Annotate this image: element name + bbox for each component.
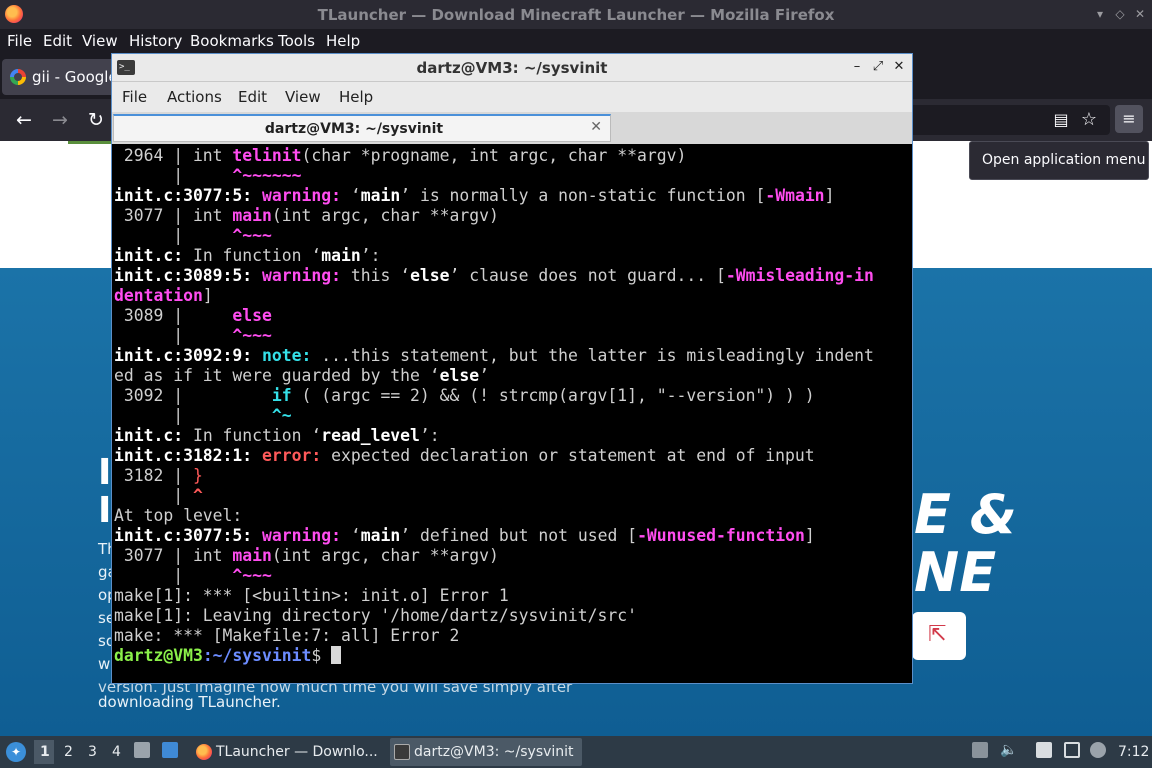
hero-title-fragment: NE — [914, 541, 997, 604]
firefox-titlebar[interactable]: TLauncher — Download Minecraft Launcher … — [0, 0, 1152, 29]
hero-heading-fragment: I — [98, 490, 112, 531]
show-desktop-icon[interactable] — [162, 742, 178, 758]
close-icon[interactable]: ✕ — [1133, 8, 1147, 21]
terminal-line: | ^ — [114, 486, 203, 505]
terminal-menubar: File Actions Edit View Help — [112, 82, 912, 112]
terminal-line: 3089 | else — [114, 306, 272, 325]
terminal-tab[interactable]: dartz@VM3: ~/sysvinit ✕ — [113, 114, 611, 142]
terminal-line: init.c:3182:1: error: expected declarati… — [114, 446, 815, 465]
close-tab-icon[interactable]: ✕ — [590, 119, 602, 135]
taskbar-item-terminal[interactable]: dartz@VM3: ~/sysvinit — [390, 738, 582, 766]
terminal-line: init.c:3077:5: warning: ‘main’ defined b… — [114, 526, 815, 545]
application-menu-button[interactable]: ≡ — [1115, 105, 1143, 133]
minimize-icon[interactable]: ▾ — [1093, 8, 1107, 21]
terminal-line: 3077 | int main(int argc, char **argv) — [114, 206, 499, 225]
firefox-menubar: File Edit View History Bookmarks Tools H… — [0, 29, 1152, 53]
menu-file[interactable]: File — [7, 32, 32, 50]
terminal-line: init.c:3077:5: warning: ‘main’ is normal… — [114, 186, 835, 205]
page-text-fragment: w — [98, 655, 111, 673]
terminal-line: At top level: — [114, 506, 243, 525]
clipboard-icon[interactable] — [1036, 742, 1052, 758]
terminal-line: 3077 | int main(int argc, char **argv) — [114, 546, 499, 565]
maximize-icon[interactable]: ◇ — [1113, 8, 1127, 21]
terminal-line: | ^~~~ — [114, 566, 272, 585]
menu-tools[interactable]: Tools — [278, 32, 315, 50]
terminal-line: make: *** [Makefile:7: all] Error 2 — [114, 626, 460, 645]
reader-view-icon[interactable]: ▤ — [1048, 107, 1074, 133]
terminal-line: | ^~~~ — [114, 226, 272, 245]
taskbar: ✦ 1 2 3 4 TLauncher — Downlo... dartz@VM… — [0, 736, 1152, 768]
reload-icon[interactable]: ↻ — [83, 107, 109, 133]
terminal-prompt: dartz@VM3:~/sysvinit$ — [114, 646, 342, 666]
terminal-line: | ^~ — [114, 406, 292, 425]
close-icon[interactable]: ✕ — [891, 59, 907, 75]
bookmark-star-icon[interactable]: ☆ — [1076, 107, 1102, 133]
terminal-line: | ^~~~~~~ — [114, 166, 302, 185]
notifications-icon[interactable] — [1090, 742, 1106, 758]
terminal-titlebar[interactable]: >_ dartz@VM3: ~/sysvinit – ⤢ ✕ — [112, 54, 912, 82]
workspace-2[interactable]: 2 — [64, 744, 73, 760]
terminal-line: init.c: In function ‘main’: — [114, 246, 381, 265]
page-text-line: downloading TLauncher. — [98, 693, 281, 711]
terminal-line: make[1]: *** [<builtin>: init.o] Error 1 — [114, 586, 509, 605]
window-title: TLauncher — Download Minecraft Launcher … — [317, 6, 835, 24]
taskbar-item-firefox[interactable]: TLauncher — Downlo... — [192, 738, 384, 766]
browser-tab-label: gii - Google — [32, 68, 118, 86]
workspace-3[interactable]: 3 — [88, 744, 97, 760]
menu-edit[interactable]: Edit — [43, 32, 72, 50]
volume-icon[interactable]: 🔈 — [1000, 742, 1017, 758]
terminal-menu-view[interactable]: View — [285, 88, 321, 106]
terminal-line: init.c:3092:9: note: ...this statement, … — [114, 346, 874, 365]
system-tray-icon[interactable] — [972, 742, 988, 758]
hero-title-fragment: E & — [914, 483, 1017, 546]
back-icon[interactable]: ← — [11, 107, 37, 133]
terminal-line: ed as if it were guarded by the ‘else’ — [114, 366, 490, 385]
tooltip: Open application menu — [969, 141, 1149, 180]
network-icon[interactable] — [1064, 742, 1080, 758]
clock[interactable]: 7:12 — [1118, 744, 1149, 760]
terminal-line: 2964 | int telinit(char *progname, int a… — [114, 146, 687, 165]
workspace-4[interactable]: 4 — [112, 744, 121, 760]
terminal-line: dentation] — [114, 286, 213, 305]
browser-tab[interactable]: gii - Google — [2, 59, 122, 95]
terminal-tab-label: dartz@VM3: ~/sysvinit — [264, 121, 444, 137]
terminal-window: >_ dartz@VM3: ~/sysvinit – ⤢ ✕ File Acti… — [111, 53, 913, 684]
minimize-icon[interactable]: – — [849, 59, 865, 75]
terminal-title: dartz@VM3: ~/sysvinit — [416, 59, 608, 77]
forward-icon[interactable]: → — [47, 107, 73, 133]
terminal-icon — [394, 744, 410, 760]
workspace-1[interactable]: 1 — [40, 744, 50, 760]
menu-history[interactable]: History — [129, 32, 182, 50]
terminal-menu-actions[interactable]: Actions — [167, 88, 222, 106]
hero-heading-fragment: I — [98, 452, 112, 493]
terminal-line: init.c: In function ‘read_level’: — [114, 426, 440, 445]
terminal-output[interactable]: 2964 | int telinit(char *progname, int a… — [114, 146, 910, 682]
start-menu-icon[interactable]: ✦ — [6, 742, 26, 762]
taskbar-item-label: TLauncher — Downlo... — [216, 744, 378, 760]
google-favicon-icon — [10, 69, 26, 85]
menu-bookmarks[interactable]: Bookmarks — [190, 32, 274, 50]
terminal-menu-edit[interactable]: Edit — [238, 88, 267, 106]
terminal-menu-help[interactable]: Help — [339, 88, 373, 106]
menu-view[interactable]: View — [82, 32, 118, 50]
terminal-line: make[1]: Leaving directory '/home/dartz/… — [114, 606, 638, 625]
url-bar[interactable]: ▤ ☆ — [900, 105, 1110, 135]
file-manager-icon[interactable] — [134, 742, 150, 758]
terminal-line: 3092 | if ( (argc == 2) && (! strcmp(arg… — [114, 386, 815, 405]
maximize-icon[interactable]: ⤢ — [870, 59, 886, 75]
taskbar-item-label: dartz@VM3: ~/sysvinit — [414, 744, 574, 760]
menu-help[interactable]: Help — [326, 32, 360, 50]
terminal-line: | ^~~~ — [114, 326, 272, 345]
text-cursor — [331, 646, 342, 664]
terminal-line: init.c:3089:5: warning: this ‘else’ clau… — [114, 266, 874, 285]
terminal-line: 3182 | } — [114, 466, 203, 485]
download-button[interactable]: ⇱ — [912, 612, 966, 660]
firefox-icon — [196, 744, 212, 760]
terminal-menu-file[interactable]: File — [122, 88, 147, 106]
terminal-tabbar: dartz@VM3: ~/sysvinit ✕ — [112, 112, 912, 144]
cursor-click-icon: ⇱ — [928, 622, 947, 647]
